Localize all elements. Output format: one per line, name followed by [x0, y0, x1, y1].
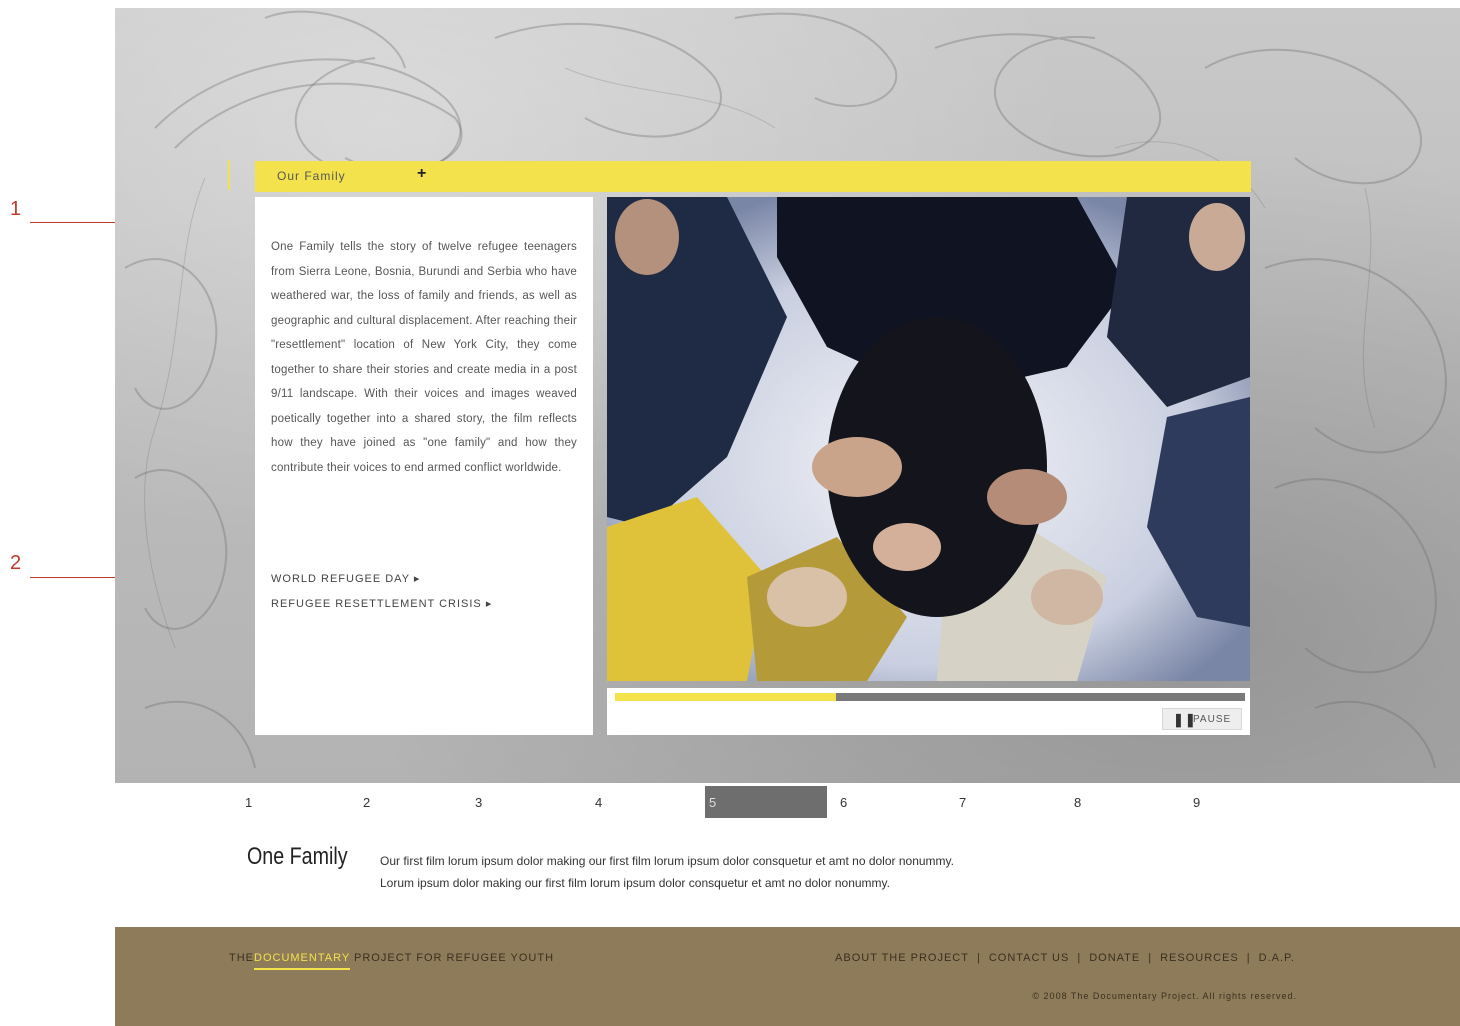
plus-icon[interactable]: + [417, 165, 426, 183]
film-blurb-line-2: Lorum ipsum dolor making our first film … [380, 876, 890, 890]
chapter-2[interactable]: 2 [359, 786, 481, 818]
callout-number-1: 1 [10, 198, 22, 220]
footer-link-contact[interactable]: CONTACT US [989, 952, 1070, 964]
nav-separator: | [1148, 952, 1153, 964]
video-still [607, 197, 1250, 681]
chapter-9[interactable]: 9 [1189, 786, 1311, 818]
footer-link-donate[interactable]: DONATE [1089, 952, 1140, 964]
video-frame[interactable] [607, 197, 1250, 681]
pause-button[interactable]: ❚❚ PAUSE [1162, 708, 1242, 730]
progress-fill [615, 693, 836, 701]
film-blurb-line-1: Our first film lorum ipsum dolor making … [380, 854, 954, 868]
copyright: © 2008 The Documentary Project. All righ… [1032, 991, 1297, 1001]
chapter-6[interactable]: 6 [836, 786, 958, 818]
film-description-panel: One Family tells the story of twelve ref… [255, 197, 593, 735]
chapter-1[interactable]: 1 [241, 786, 363, 818]
breadcrumb[interactable]: Our Family [277, 169, 346, 183]
page: Our Family + One Family tells the story … [115, 8, 1460, 1026]
footer-brand[interactable]: THEDOCUMENTARY PROJECT FOR REFUGEE YOUTH [229, 952, 555, 970]
titlebar-tick [228, 160, 230, 190]
title-bar: Our Family + [255, 161, 1251, 192]
chapter-7[interactable]: 7 [955, 786, 1077, 818]
nav-separator: | [1246, 952, 1251, 964]
video-player-controls: ❚❚ PAUSE [607, 688, 1250, 735]
world-refugee-day-link[interactable]: WORLD REFUGEE DAY ▸ [271, 572, 420, 585]
chapter-5[interactable]: 5 [705, 786, 827, 818]
footer-nav: ABOUT THE PROJECT | CONTACT US | DONATE | RESO… [835, 952, 1295, 964]
chapter-nav: 1 2 3 4 5 6 7 8 9 [115, 786, 1460, 820]
brand-highlight: DOCUMENTARY [254, 952, 350, 970]
brand-prefix: THE [229, 952, 254, 964]
callout-number-2: 2 [10, 552, 22, 574]
progress-track[interactable] [615, 693, 1245, 701]
film-title: One Family [247, 843, 348, 870]
footer-link-about[interactable]: ABOUT THE PROJECT [835, 952, 969, 964]
nav-separator: | [1077, 952, 1082, 964]
film-description: One Family tells the story of twelve ref… [271, 241, 577, 474]
film-blurb: Our first film lorum ipsum dolor making … [380, 850, 1140, 894]
nav-separator: | [976, 952, 981, 964]
pause-label: PAUSE [1193, 714, 1232, 725]
footer-link-dap[interactable]: D.A.P. [1259, 952, 1295, 964]
footer: THEDOCUMENTARY PROJECT FOR REFUGEE YOUTH… [115, 927, 1460, 1026]
brand-suffix: PROJECT FOR REFUGEE YOUTH [354, 952, 555, 964]
footer-link-resources[interactable]: RESOURCES [1160, 952, 1239, 964]
chapter-8[interactable]: 8 [1070, 786, 1192, 818]
chapter-4[interactable]: 4 [591, 786, 713, 818]
refugee-resettlement-crisis-link[interactable]: REFUGEE RESETTLEMENT CRISIS ▸ [271, 597, 492, 610]
chapter-3[interactable]: 3 [471, 786, 593, 818]
